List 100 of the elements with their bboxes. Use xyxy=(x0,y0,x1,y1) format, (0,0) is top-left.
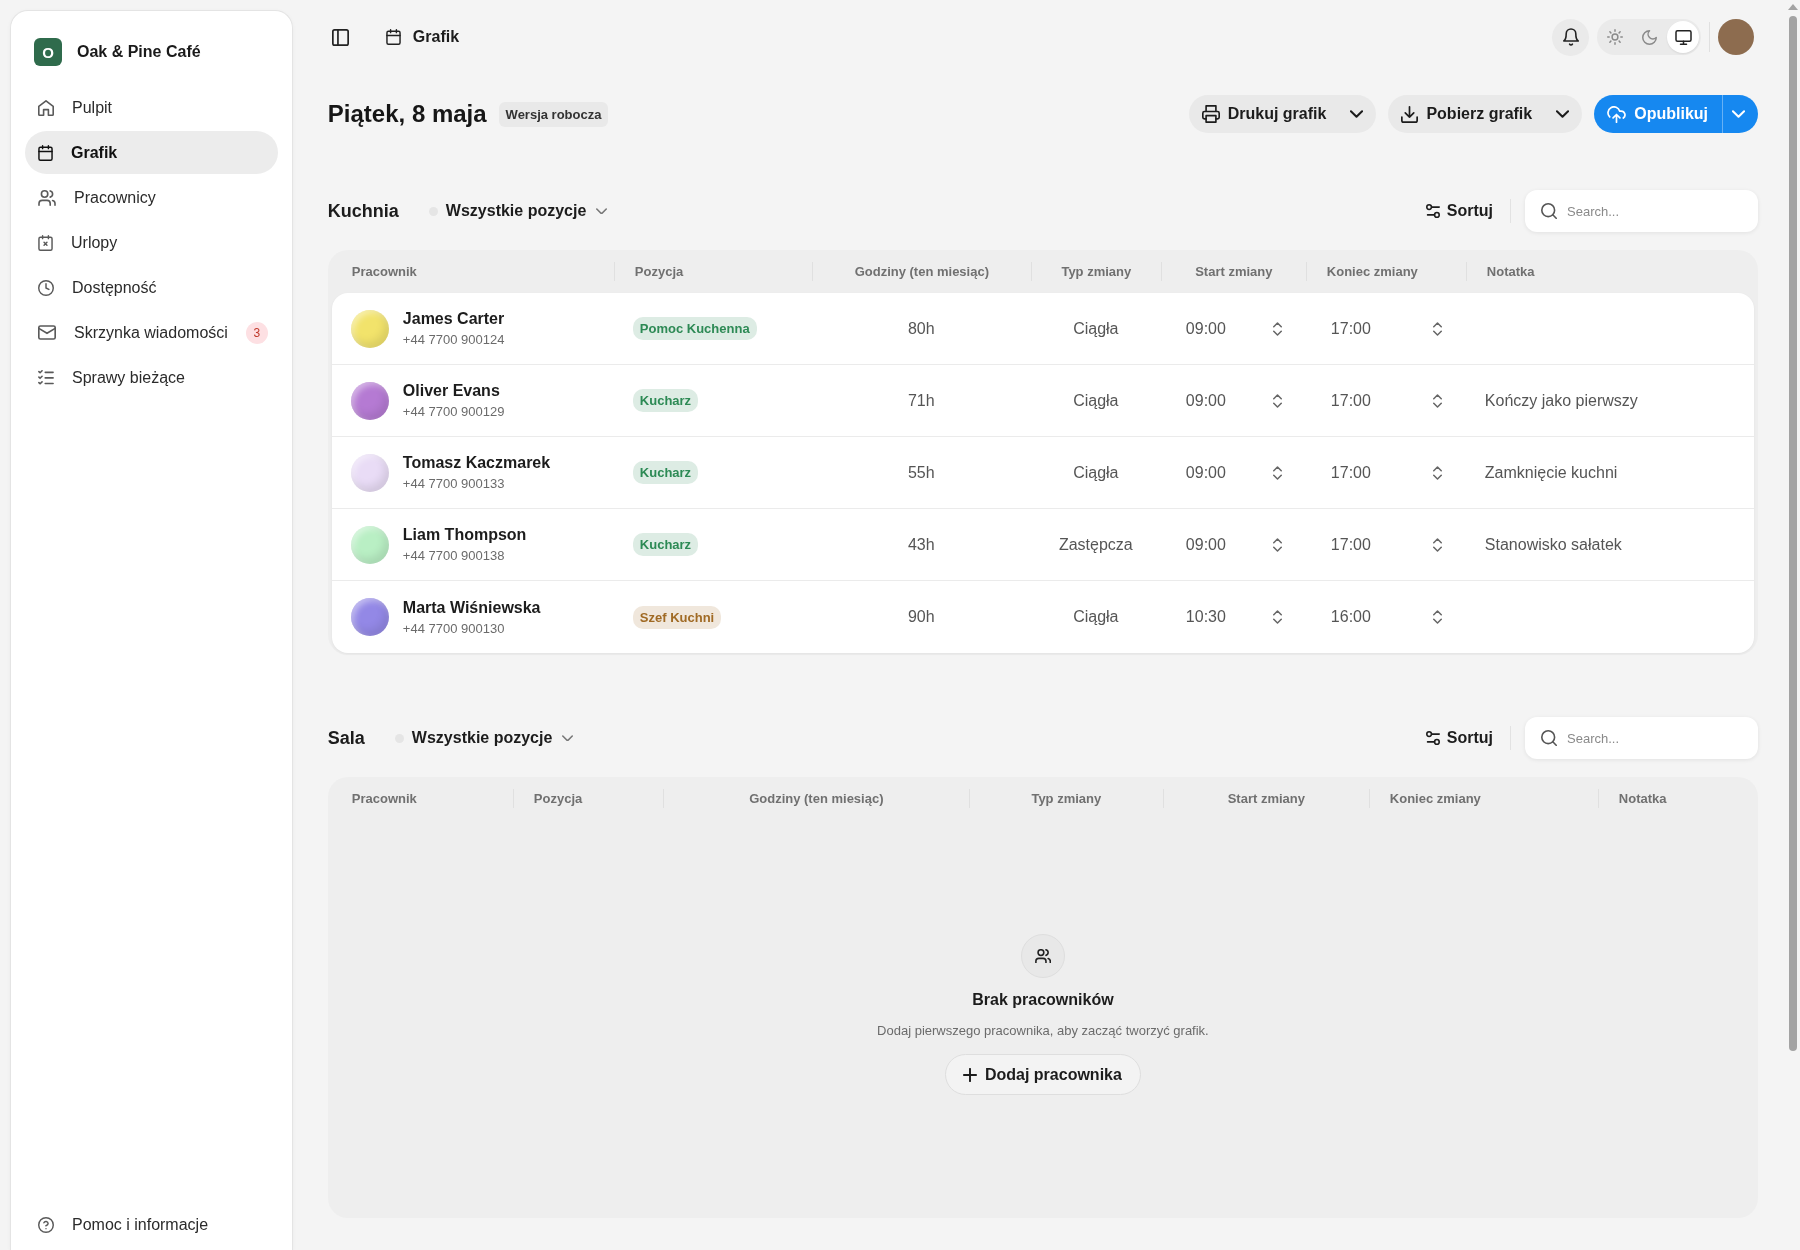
sidebar-item[interactable]: Sprawy bieżące xyxy=(25,356,278,399)
end-time-select[interactable]: 17:00 xyxy=(1330,463,1442,482)
column-header: Pracownik xyxy=(350,263,418,281)
column-header: Godziny (ten miesiąc) xyxy=(662,789,969,808)
employee-phone: +44 7700 900130 xyxy=(402,619,506,637)
cloud-upload-icon xyxy=(1607,105,1627,123)
search-field[interactable]: Search... xyxy=(1525,190,1758,232)
sidebar-item[interactable]: Pulpit xyxy=(25,86,278,129)
employee-phone: +44 7700 900129 xyxy=(402,403,505,420)
download-icon xyxy=(1401,105,1419,123)
column-header: Pozycja xyxy=(512,789,663,808)
theme-option[interactable] xyxy=(1667,21,1699,53)
chevron-down-icon xyxy=(596,207,608,215)
panel-icon xyxy=(332,28,350,46)
options-dropdown-button[interactable] xyxy=(1722,95,1758,133)
chevron-up-down-icon xyxy=(1432,321,1442,336)
end-time-select[interactable]: 17:00 xyxy=(1330,535,1442,554)
position-filter-dropdown[interactable]: Wszystkie pozycje xyxy=(394,725,574,751)
start-time-select[interactable]: 09:00 xyxy=(1185,463,1282,482)
column-header: Typ zmiany xyxy=(968,789,1163,808)
chevron-down-icon xyxy=(1349,110,1363,118)
moon-icon xyxy=(1641,29,1657,45)
download-button[interactable]: Pobierz grafik xyxy=(1388,95,1547,133)
brand-name: Oak & Pine Café xyxy=(77,43,201,61)
chevron-up-down-icon xyxy=(1432,393,1442,408)
chevron-down-icon xyxy=(1555,110,1569,118)
hours-value: 43h xyxy=(907,535,935,553)
sidebar-item[interactable]: Pracownicy xyxy=(25,176,278,219)
sidebar-item[interactable]: Grafik xyxy=(25,131,278,174)
brand-logo: O xyxy=(34,38,62,66)
empty-state-message: Dodaj pierwszego pracownika, aby zacząć tworzyć grafik. xyxy=(877,1023,1209,1038)
sort-button[interactable]: Sortuj xyxy=(1424,725,1493,751)
hours-value: 90h xyxy=(907,608,935,625)
sliders-icon xyxy=(1424,204,1441,218)
home-icon xyxy=(38,99,54,116)
start-time-select[interactable]: 09:00 xyxy=(1185,535,1282,554)
position-tag: Pomoc Kuchenna xyxy=(632,317,757,340)
search-icon xyxy=(1541,730,1557,746)
options-dropdown-button[interactable] xyxy=(1546,95,1583,133)
position-filter-dropdown[interactable]: Wszystkie pozycje xyxy=(428,198,608,224)
breadcrumb: Grafik xyxy=(412,28,460,46)
checklist-icon xyxy=(38,370,54,385)
sidebar-item[interactable]: Dostępność xyxy=(25,266,278,309)
start-time-select[interactable]: 10:30 xyxy=(1185,608,1282,626)
column-header: Pozycja xyxy=(613,262,812,281)
position-tag: Szef Kuchni xyxy=(632,605,722,629)
chevron-up-down-icon xyxy=(1272,393,1282,408)
sliders-icon xyxy=(1424,731,1441,745)
column-header: Godziny (ten miesiąc) xyxy=(811,262,1031,281)
chevron-up-down-icon xyxy=(1272,537,1282,552)
chevron-up-down-icon xyxy=(1272,610,1282,624)
bell-icon xyxy=(1562,28,1579,46)
hours-value: 55h xyxy=(907,463,935,481)
sort-button[interactable]: Sortuj xyxy=(1424,198,1493,224)
options-dropdown-button[interactable] xyxy=(1340,95,1377,133)
section-title: Kuchnia xyxy=(327,200,399,222)
chevron-down-icon xyxy=(562,734,574,742)
printer-icon xyxy=(1201,105,1220,123)
publish-button[interactable]: Opublikuj xyxy=(1594,95,1722,133)
hours-value: 80h xyxy=(907,319,935,337)
position-tag: Kucharz xyxy=(632,461,699,484)
column-header: Koniec zmiany xyxy=(1368,789,1598,808)
end-time-select[interactable]: 17:00 xyxy=(1330,319,1442,338)
end-time-select[interactable]: 17:00 xyxy=(1330,391,1442,410)
users-icon xyxy=(38,189,56,206)
employee-name: James Carter xyxy=(402,309,505,329)
end-time-select[interactable]: 16:00 xyxy=(1330,608,1442,626)
shift-note: Zamknięcie kuchni xyxy=(1484,463,1618,481)
column-header: Koniec zmiany xyxy=(1305,262,1466,281)
print-button[interactable]: Drukuj grafik xyxy=(1188,95,1341,133)
employee-name: Tomasz Kaczmarek xyxy=(402,453,551,473)
sidebar-item[interactable]: Urlopy xyxy=(25,221,278,264)
notifications-button[interactable] xyxy=(1552,18,1589,56)
search-field[interactable]: Search... xyxy=(1525,717,1758,759)
empty-state-title: Brak pracowników xyxy=(972,991,1114,1009)
chevron-up-down-icon xyxy=(1432,537,1442,552)
draft-badge: Wersja robocza xyxy=(498,101,609,127)
start-time-select[interactable]: 09:00 xyxy=(1185,319,1282,338)
monitor-icon xyxy=(1674,29,1692,45)
column-header: Start zmiany xyxy=(1162,789,1369,808)
user-avatar[interactable] xyxy=(1718,19,1754,55)
shift-type: Ciągła xyxy=(1073,319,1119,337)
calendar-x-icon xyxy=(38,234,53,251)
scrollbar-thumb[interactable] xyxy=(1788,16,1797,1051)
clock-icon xyxy=(38,279,54,296)
chevron-up-down-icon xyxy=(1432,610,1442,624)
shift-type: Ciągła xyxy=(1073,608,1119,625)
shift-type: Ciągła xyxy=(1073,463,1119,481)
hours-value: 71h xyxy=(907,391,935,409)
shift-note: Kończy jako pierwszy xyxy=(1484,391,1638,409)
chevron-up-down-icon xyxy=(1432,465,1442,480)
chevron-up-down-icon xyxy=(1272,321,1282,336)
chevron-up-down-icon xyxy=(1272,465,1282,480)
scroll-up-arrow-icon[interactable] xyxy=(1787,4,1798,10)
column-header: Notatka xyxy=(1597,789,1755,808)
help-icon xyxy=(38,1216,54,1233)
start-time-select[interactable]: 09:00 xyxy=(1185,391,1282,410)
add-employee-button[interactable]: Dodaj pracownika xyxy=(944,1054,1141,1095)
sidebar-item[interactable]: Skrzynka wiadomości 3 xyxy=(25,311,278,354)
help-link[interactable]: Pomoc i informacje xyxy=(25,1203,278,1246)
